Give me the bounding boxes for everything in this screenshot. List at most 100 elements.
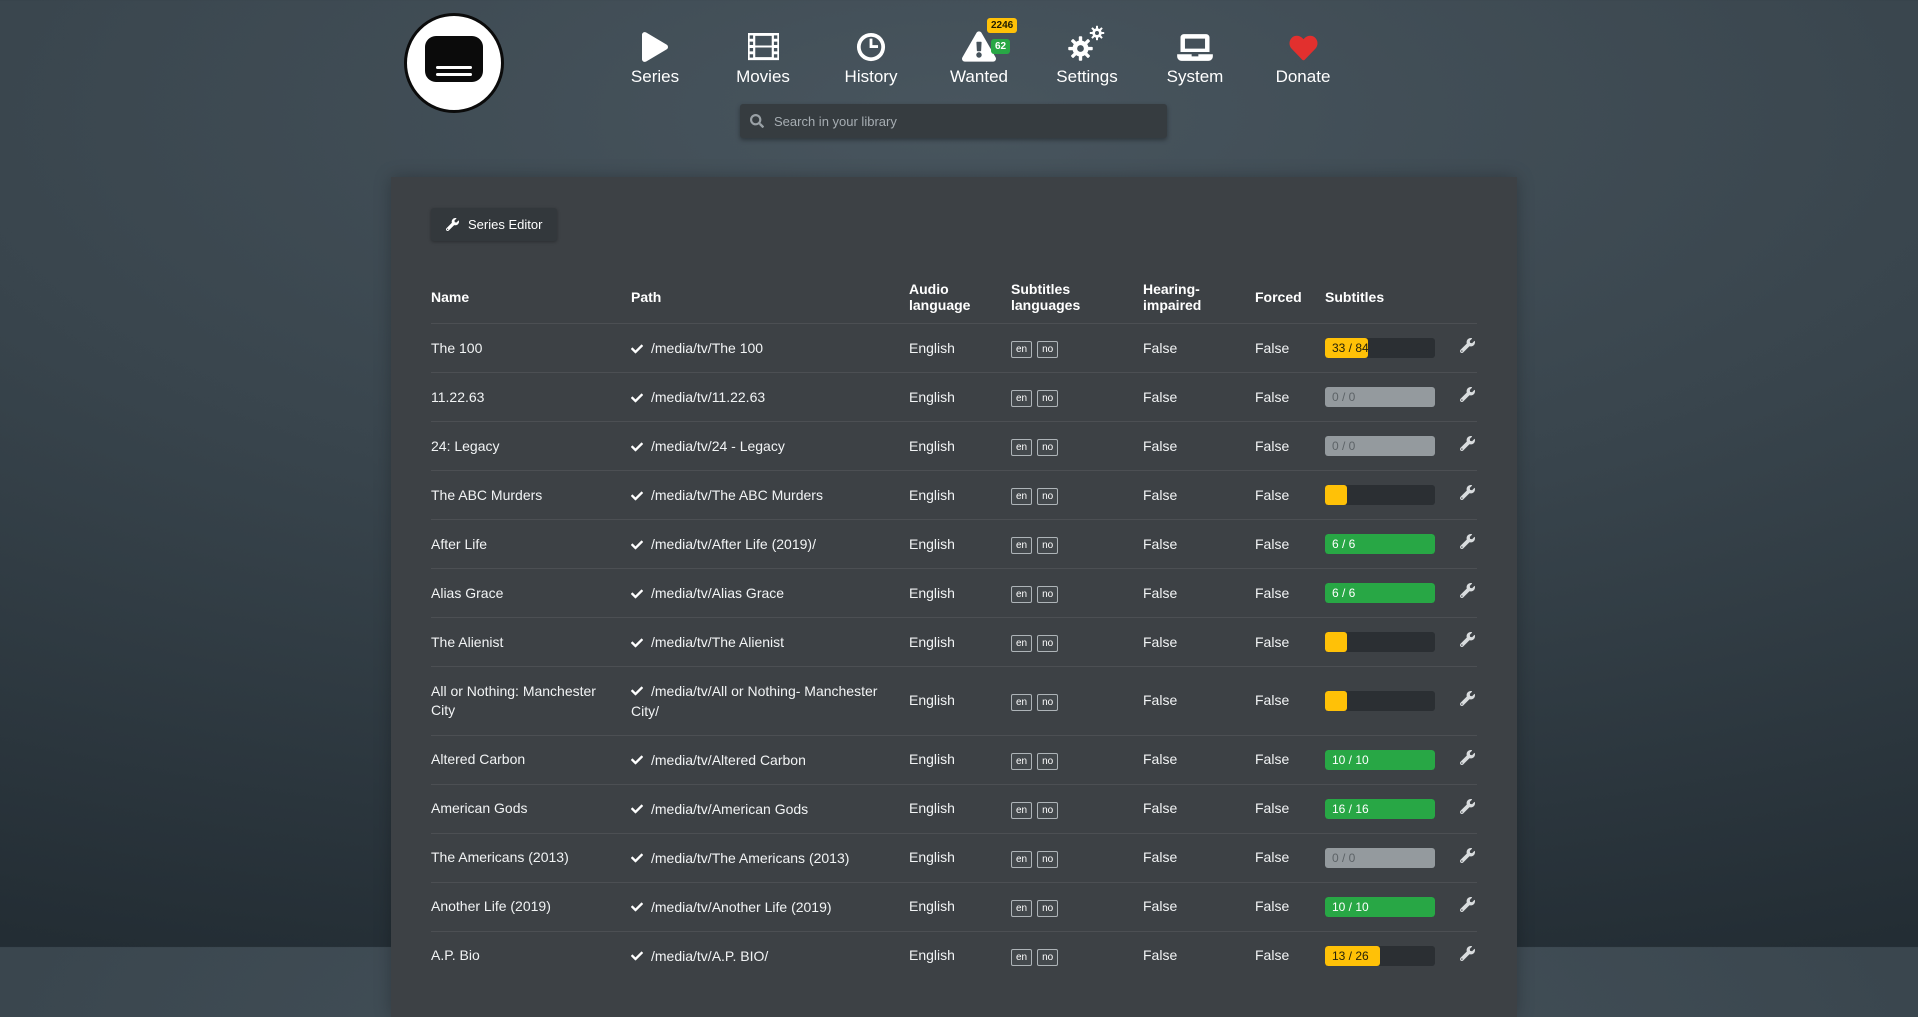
subtitles-progress-value: 0 / 0 [1325, 848, 1435, 868]
series-name-link[interactable]: After Life [431, 520, 631, 569]
series-path: /media/tv/Another Life (2019) [651, 899, 832, 915]
audio-language-value: English [909, 931, 1011, 980]
nav-item-movies[interactable]: Movies [709, 22, 817, 87]
wrench-icon[interactable] [1460, 750, 1475, 765]
column-header-hearing-impaired: Hearing-impaired [1143, 271, 1255, 324]
series-name-link[interactable]: 11.22.63 [431, 373, 631, 422]
check-icon [631, 803, 643, 815]
wrench-icon[interactable] [1460, 946, 1475, 961]
series-name-link[interactable]: Altered Carbon [431, 735, 631, 784]
forced-value: False [1255, 422, 1325, 471]
bazarr-logo[interactable] [404, 13, 504, 113]
subtitle-language-badge: no [1037, 949, 1058, 966]
series-name-link[interactable]: American Gods [431, 784, 631, 833]
nav-label: Donate [1276, 67, 1331, 87]
hearing-impaired-value: False [1143, 373, 1255, 422]
check-icon [631, 539, 643, 551]
series-path: /media/tv/The 100 [651, 340, 763, 356]
series-path: /media/tv/All or Nothing- Manchester Cit… [631, 683, 877, 719]
gears-icon [1067, 22, 1107, 62]
wanted-movies-count-badge: 62 [991, 39, 1010, 54]
subtitles-progress-value: 6 / 6 [1325, 534, 1435, 554]
wrench-icon[interactable] [1460, 583, 1475, 598]
series-name-link[interactable]: Another Life (2019) [431, 882, 631, 931]
subtitle-language-badge: no [1037, 635, 1058, 652]
table-row: Another Life (2019) /media/tv/Another Li… [431, 882, 1477, 931]
nav-item-system[interactable]: System [1141, 22, 1249, 87]
audio-language-value: English [909, 882, 1011, 931]
series-name-link[interactable]: The 100 [431, 324, 631, 373]
audio-language-value: English [909, 735, 1011, 784]
table-row: 24: Legacy /media/tv/24 - Legacy English… [431, 422, 1477, 471]
check-icon [631, 685, 643, 697]
check-icon [631, 754, 643, 766]
wrench-icon[interactable] [1460, 897, 1475, 912]
series-name-link[interactable]: Alias Grace [431, 569, 631, 618]
forced-value: False [1255, 471, 1325, 520]
table-row: The Americans (2013) /media/tv/The Ameri… [431, 833, 1477, 882]
subtitle-language-badge: en [1011, 753, 1032, 770]
check-icon [631, 588, 643, 600]
subtitle-language-badge: no [1037, 537, 1058, 554]
subtitles-progress: 33 / 84 [1325, 338, 1435, 358]
subtitle-language-badge: no [1037, 694, 1058, 711]
series-name-link[interactable]: The ABC Murders [431, 471, 631, 520]
nav-item-history[interactable]: History [817, 22, 925, 87]
table-header-row: Name Path Audio language Subtitles langu… [431, 271, 1477, 324]
series-name-link[interactable]: The Alienist [431, 618, 631, 667]
series-name-link[interactable]: All or Nothing: Manchester City [431, 667, 631, 735]
wrench-icon[interactable] [1460, 338, 1475, 353]
series-name-link[interactable]: 24: Legacy [431, 422, 631, 471]
hearing-impaired-value: False [1143, 833, 1255, 882]
series-editor-label: Series Editor [468, 217, 542, 232]
nav-item-donate[interactable]: Donate [1249, 22, 1357, 87]
wrench-icon[interactable] [1460, 848, 1475, 863]
search-input[interactable] [740, 104, 1167, 138]
forced-value: False [1255, 784, 1325, 833]
series-path: /media/tv/American Gods [651, 801, 808, 817]
forced-value: False [1255, 667, 1325, 735]
subtitles-progress [1325, 632, 1435, 652]
subtitles-progress-value: 0 / 0 [1325, 436, 1435, 456]
check-icon [631, 637, 643, 649]
audio-language-value: English [909, 324, 1011, 373]
wrench-icon[interactable] [1460, 632, 1475, 647]
wrench-icon[interactable] [1460, 485, 1475, 500]
clock-icon [856, 22, 886, 62]
nav-item-wanted[interactable]: Wanted 2246 62 [925, 22, 1033, 87]
series-name-link[interactable]: The Americans (2013) [431, 833, 631, 882]
wrench-icon[interactable] [1460, 534, 1475, 549]
check-icon [631, 392, 643, 404]
series-name-link[interactable]: A.P. Bio [431, 931, 631, 980]
hearing-impaired-value: False [1143, 735, 1255, 784]
play-icon [642, 22, 668, 62]
column-header-audio-language: Audio language [909, 271, 1011, 324]
nav-label: Movies [736, 67, 790, 87]
nav-label: History [845, 67, 898, 87]
series-editor-button[interactable]: Series Editor [431, 208, 557, 241]
hearing-impaired-value: False [1143, 931, 1255, 980]
nav-item-settings[interactable]: Settings [1033, 22, 1141, 87]
series-path: /media/tv/The Alienist [651, 634, 784, 650]
wrench-icon[interactable] [1460, 387, 1475, 402]
table-body: The 100 /media/tv/The 100 English enno F… [431, 324, 1477, 980]
subtitle-language-badge: no [1037, 341, 1058, 358]
subtitles-progress [1325, 485, 1435, 505]
nav-label: Settings [1056, 67, 1117, 87]
wrench-icon[interactable] [1460, 436, 1475, 451]
audio-language-value: English [909, 520, 1011, 569]
forced-value: False [1255, 833, 1325, 882]
nav-item-series[interactable]: Series [601, 22, 709, 87]
hearing-impaired-value: False [1143, 882, 1255, 931]
subtitles-progress: 10 / 10 [1325, 897, 1435, 917]
heart-icon [1288, 22, 1319, 62]
series-panel: Series Editor Name Path Audio language S… [391, 177, 1517, 1017]
wrench-icon[interactable] [1460, 691, 1475, 706]
wrench-icon[interactable] [1460, 799, 1475, 814]
forced-value: False [1255, 882, 1325, 931]
nav-label: System [1167, 67, 1224, 87]
subtitle-language-badge: en [1011, 341, 1032, 358]
subtitle-language-badge: no [1037, 439, 1058, 456]
subtitle-language-badge: en [1011, 694, 1032, 711]
table-row: American Gods /media/tv/American Gods En… [431, 784, 1477, 833]
